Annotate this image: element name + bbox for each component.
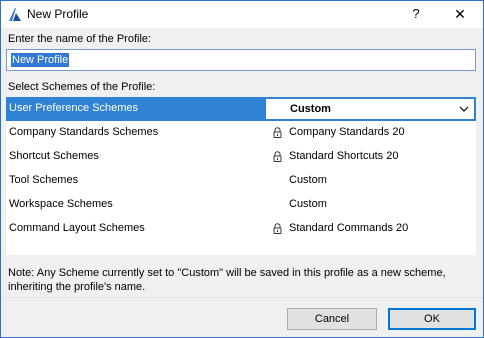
title-bar: New Profile ? ✕ [1,1,483,28]
scheme-row-workspace[interactable]: Workspace Schemes Custom [6,193,476,217]
window-title: New Profile [27,7,89,21]
scheme-name: Shortcut Schemes [9,150,99,162]
scheme-row-company-standards[interactable]: Company Standards Schemes Company Standa… [6,121,476,145]
scheme-name: Workspace Schemes [9,198,113,210]
scheme-row-shortcut[interactable]: Shortcut Schemes Standard Shortcuts 20 [6,145,476,169]
new-profile-dialog: New Profile ? ✕ Enter the name of the Pr… [0,0,484,338]
scheme-name: Command Layout Schemes [9,222,145,234]
scheme-name: Tool Schemes [9,174,79,186]
scheme-value: Custom [289,198,327,210]
chevron-down-icon [459,106,469,112]
close-button[interactable]: ✕ [449,3,471,25]
scheme-value: Standard Commands 20 [289,222,409,234]
scheme-value: Company Standards 20 [289,126,405,138]
scheme-name: Company Standards Schemes [9,126,159,138]
lock-icon [273,223,282,234]
lock-icon [273,151,282,162]
scheme-select-value: Custom [290,103,331,115]
scheme-row-user-preference[interactable]: User Preference Schemes Custom [6,97,476,121]
archicad-logo-icon [9,8,21,21]
scheme-row-command-layout[interactable]: Command Layout Schemes Standard Commands… [6,217,476,241]
scheme-value: Custom [289,174,327,186]
schemes-label: Select Schemes of the Profile: [8,81,156,93]
profile-name-input[interactable]: New Profile [6,49,476,71]
schemes-list: User Preference Schemes Custom Company S… [6,97,476,255]
scheme-name: User Preference Schemes [9,102,138,114]
profile-name-value: New Profile [11,53,70,67]
custom-scheme-note: Note: Any Scheme currently set to "Custo… [8,267,446,293]
lock-icon [273,127,282,138]
scheme-select-dropdown[interactable]: Custom [265,98,475,120]
scheme-row-tool[interactable]: Tool Schemes Custom [6,169,476,193]
scheme-value: Standard Shortcuts 20 [289,150,399,162]
help-button[interactable]: ? [405,3,427,25]
cancel-button[interactable]: Cancel [287,308,377,330]
profile-name-label: Enter the name of the Profile: [8,33,152,45]
ok-button[interactable]: OK [388,308,476,330]
footer-divider [1,297,483,298]
